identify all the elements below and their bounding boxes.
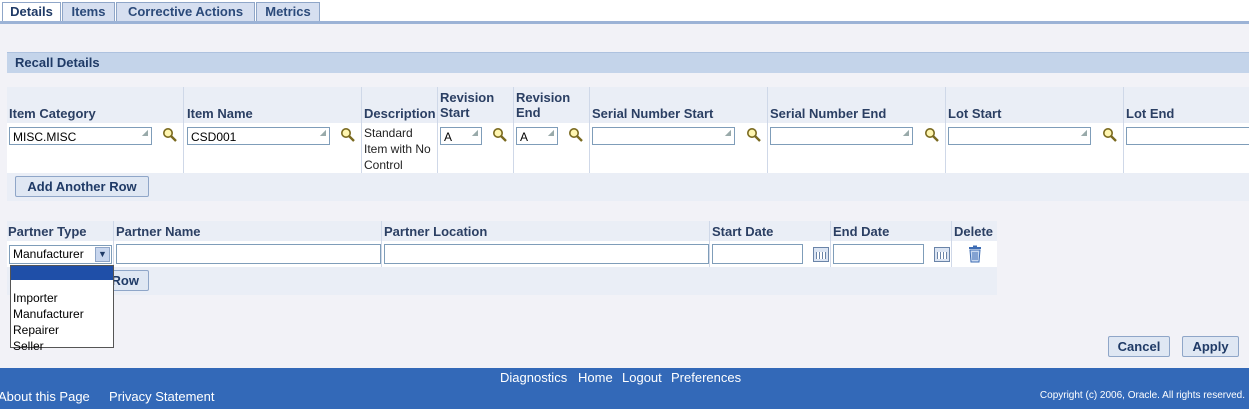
header-partner-location: Partner Location bbox=[384, 224, 488, 239]
section-title: Recall Details bbox=[15, 55, 100, 70]
footer-link-about[interactable]: About this Page bbox=[0, 389, 90, 404]
revision-start-input[interactable]: A ◢ bbox=[440, 127, 482, 145]
footer-link-preferences[interactable]: Preferences bbox=[671, 370, 741, 385]
item-category-input[interactable]: MISC.MISC ◢ bbox=[9, 127, 152, 145]
magnifier-icon[interactable] bbox=[568, 127, 584, 143]
dropdown-option-blank[interactable] bbox=[11, 266, 113, 280]
header-item-category: Item Category bbox=[9, 106, 96, 121]
serial-start-input[interactable]: ◢ bbox=[592, 127, 735, 145]
grid-divider bbox=[945, 87, 946, 173]
grid-divider bbox=[381, 221, 382, 267]
dropdown-option-seller[interactable]: Seller bbox=[11, 338, 113, 354]
cancel-button[interactable]: Cancel bbox=[1108, 336, 1170, 357]
footer: Diagnostics Home Logout Preferences Abou… bbox=[0, 368, 1249, 409]
item-name-input[interactable]: CSD001 ◢ bbox=[187, 127, 330, 145]
header-revision-end: Revision End bbox=[516, 90, 570, 120]
serial-end-input[interactable]: ◢ bbox=[770, 127, 913, 145]
resize-corner-icon: ◢ bbox=[1080, 128, 1087, 137]
header-revision-start-line2: Start bbox=[440, 105, 470, 120]
calendar-icon[interactable] bbox=[934, 247, 950, 262]
footer-link-diagnostics[interactable]: Diagnostics bbox=[500, 370, 567, 385]
resize-corner-icon: ◢ bbox=[547, 128, 554, 137]
lot-start-input[interactable]: ◢ bbox=[948, 127, 1091, 145]
header-revision-start: Revision Start bbox=[440, 90, 494, 120]
header-serial-end: Serial Number End bbox=[770, 106, 887, 121]
grid-divider bbox=[589, 87, 590, 173]
grid-divider bbox=[830, 221, 831, 267]
description-line: Control bbox=[364, 158, 403, 172]
end-date-input[interactable] bbox=[833, 244, 924, 264]
header-serial-start: Serial Number Start bbox=[592, 106, 714, 121]
partner-type-dropdown-list: Importer Manufacturer Repairer Seller bbox=[10, 265, 114, 353]
magnifier-icon[interactable] bbox=[162, 127, 178, 143]
partner-type-select[interactable]: Manufacturer ▼ bbox=[9, 245, 112, 264]
description-line: Standard bbox=[364, 126, 413, 140]
description-line: Item with No bbox=[364, 142, 431, 156]
tab-corrective-actions[interactable]: Corrective Actions bbox=[116, 2, 255, 22]
partner-footer-row bbox=[7, 267, 997, 295]
grid-divider bbox=[951, 221, 952, 267]
revision-end-input[interactable]: A ◢ bbox=[516, 127, 558, 145]
chevron-down-icon[interactable]: ▼ bbox=[95, 247, 110, 262]
header-partner-name: Partner Name bbox=[116, 224, 201, 239]
footer-link-logout[interactable]: Logout bbox=[622, 370, 662, 385]
partner-location-input[interactable] bbox=[384, 244, 709, 264]
header-lot-end: Lot End bbox=[1126, 106, 1175, 121]
header-revision-start-line1: Revision bbox=[440, 90, 495, 105]
partner-name-input[interactable] bbox=[116, 244, 381, 264]
copyright-text: Copyright (c) 2006, Oracle. All rights r… bbox=[1039, 390, 1245, 401]
resize-corner-icon: ◢ bbox=[471, 128, 478, 137]
header-revision-end-line1: Revision bbox=[516, 90, 571, 105]
grid-divider bbox=[113, 221, 114, 267]
section-header: Recall Details bbox=[7, 52, 1249, 73]
footer-link-privacy[interactable]: Privacy Statement bbox=[109, 389, 215, 404]
magnifier-icon[interactable] bbox=[924, 127, 940, 143]
tab-items[interactable]: Items bbox=[62, 2, 115, 22]
description-cell: Standard Item with No Control bbox=[364, 125, 431, 173]
dropdown-option-repairer[interactable]: Repairer bbox=[11, 322, 113, 338]
header-lot-start: Lot Start bbox=[948, 106, 1002, 121]
magnifier-icon[interactable] bbox=[1102, 127, 1118, 143]
grid-divider bbox=[437, 87, 438, 173]
header-delete: Delete bbox=[954, 224, 994, 239]
magnifier-icon[interactable] bbox=[340, 127, 356, 143]
grid-footer-row bbox=[7, 173, 1249, 201]
magnifier-icon[interactable] bbox=[492, 127, 508, 143]
grid-divider bbox=[361, 87, 362, 173]
partner-type-value: Manufacturer bbox=[13, 247, 84, 261]
grid-divider bbox=[183, 87, 184, 173]
revision-end-value: A bbox=[520, 130, 529, 144]
resize-corner-icon: ◢ bbox=[141, 128, 148, 137]
apply-button[interactable]: Apply bbox=[1182, 336, 1239, 357]
header-revision-end-line2: End bbox=[516, 105, 541, 120]
revision-start-value: A bbox=[444, 130, 453, 144]
calendar-icon[interactable] bbox=[813, 247, 829, 262]
tab-details[interactable]: Details bbox=[2, 2, 61, 22]
resize-corner-icon: ◢ bbox=[724, 128, 731, 137]
resize-corner-icon: ◢ bbox=[902, 128, 909, 137]
footer-link-home[interactable]: Home bbox=[578, 370, 613, 385]
item-name-value: CSD001 bbox=[191, 130, 237, 144]
header-item-name: Item Name bbox=[187, 106, 253, 121]
item-category-value: MISC.MISC bbox=[13, 130, 77, 144]
dropdown-option-manufacturer[interactable]: Manufacturer bbox=[11, 306, 113, 322]
start-date-input[interactable] bbox=[712, 244, 803, 264]
header-end-date: End Date bbox=[833, 224, 890, 239]
dropdown-option-importer[interactable]: Importer bbox=[11, 290, 113, 306]
tab-metrics[interactable]: Metrics bbox=[256, 2, 320, 22]
trash-icon[interactable] bbox=[967, 245, 983, 263]
grid-divider bbox=[709, 221, 710, 267]
header-start-date: Start Date bbox=[712, 224, 774, 239]
grid-divider bbox=[767, 87, 768, 173]
lot-end-input[interactable] bbox=[1126, 127, 1249, 145]
header-description: Description bbox=[364, 106, 436, 121]
grid-divider bbox=[513, 87, 514, 173]
magnifier-icon[interactable] bbox=[746, 127, 762, 143]
grid-divider bbox=[1123, 87, 1124, 173]
add-another-row-button[interactable]: Add Another Row bbox=[15, 176, 149, 197]
resize-corner-icon: ◢ bbox=[319, 128, 326, 137]
header-partner-type: Partner Type bbox=[8, 224, 87, 239]
